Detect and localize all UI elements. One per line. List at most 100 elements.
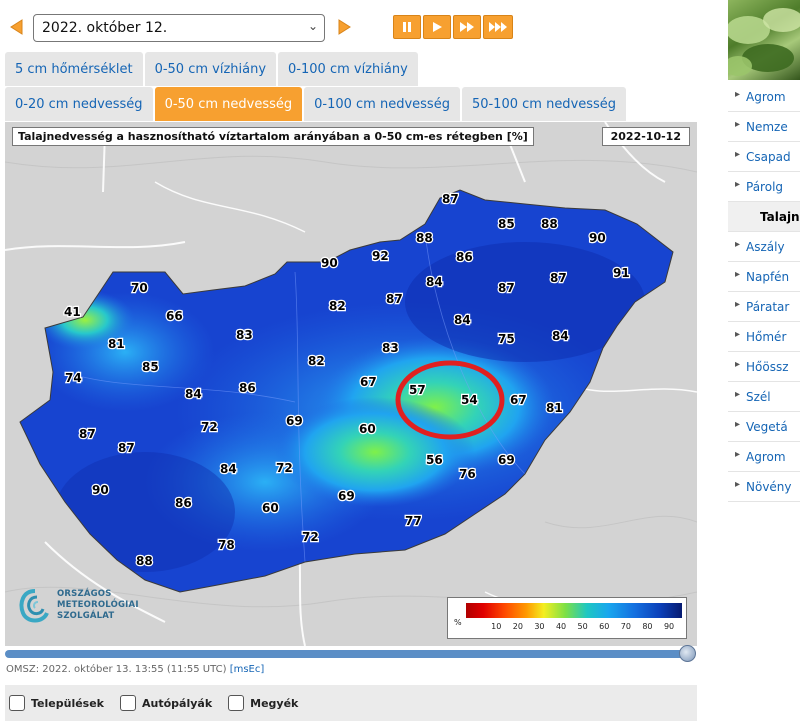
play-icon — [433, 22, 442, 32]
right-sidebar: AgromNemzeCsapadPárolgTalajneAszályNapfé… — [728, 0, 800, 502]
legend-unit: % — [454, 618, 462, 627]
map-value-label: 69 — [498, 453, 515, 467]
map-value-label: 85 — [498, 217, 515, 231]
legend-tick-label: 80 — [642, 622, 653, 631]
sidebar-item[interactable]: Páratar — [728, 292, 800, 322]
map-value-label: 91 — [613, 266, 630, 280]
msec-link[interactable]: [msEc] — [230, 664, 265, 675]
sidebar-item[interactable]: Párolg — [728, 172, 800, 202]
logo-line-1: ORSZÁGOS — [57, 589, 112, 599]
pause-button[interactable] — [393, 15, 421, 39]
next-date-arrow-icon[interactable] — [335, 18, 353, 36]
sidebar-item[interactable]: Növény — [728, 472, 800, 502]
map-value-label: 72 — [201, 420, 218, 434]
map-value-label: 87 — [550, 271, 567, 285]
sidebar-plant-image — [728, 0, 800, 80]
map-value-label: 87 — [442, 192, 459, 206]
map-value-label: 72 — [276, 461, 293, 475]
tab-0-20cm-moisture[interactable]: 0-20 cm nedvesség — [5, 87, 153, 121]
map-value-label: 69 — [286, 414, 303, 428]
date-select-value: 2022. október 12. — [42, 20, 168, 36]
map-value-label: 87 — [79, 427, 96, 441]
sidebar-item[interactable]: Aszály — [728, 232, 800, 262]
map-value-label: 84 — [552, 329, 569, 343]
map-value-label: 78 — [218, 538, 235, 552]
sidebar-item[interactable]: Napfén — [728, 262, 800, 292]
map-value-label: 86 — [175, 496, 192, 510]
checkbox-label: Megyék — [250, 696, 299, 710]
tab-0-100cm-moisture[interactable]: 0-100 cm nedvesség — [304, 87, 460, 121]
time-slider-track[interactable] — [5, 650, 695, 658]
fast-forward-button[interactable] — [453, 15, 481, 39]
map-value-label: 83 — [382, 341, 399, 355]
checkbox-box[interactable] — [120, 695, 136, 711]
map-value-label: 69 — [338, 489, 355, 503]
map-value-label: 82 — [329, 299, 346, 313]
map-value-label: 60 — [359, 422, 376, 436]
map-value-label: 54 — [461, 393, 478, 407]
map-value-label: 70 — [131, 281, 148, 295]
map-value-label: 57 — [409, 383, 426, 397]
sidebar-item[interactable]: Agrom — [728, 82, 800, 112]
legend-ticks: 10 20 30 40 50 60 70 80 90 — [466, 622, 682, 634]
sidebar-item[interactable]: Csapad — [728, 142, 800, 172]
soil-moisture-map[interactable]: 87 88 85 88 90 90 92 86 91 87 84 87 70 82 87 41 66 84 83 82… — [5, 122, 697, 646]
map-value-label: 84 — [454, 313, 471, 327]
date-select[interactable]: 2022. október 12. ⌄ — [33, 14, 325, 42]
sidebar-item[interactable]: Hőössz — [728, 352, 800, 382]
checkbox-counties[interactable]: Megyék — [228, 695, 298, 711]
map-value-label: 72 — [302, 530, 319, 544]
map-value-label: 41 — [64, 305, 81, 319]
legend-tick-label: 10 — [491, 622, 502, 631]
fastest-forward-button[interactable] — [483, 15, 513, 39]
checkbox-motorways[interactable]: Autópályák — [120, 695, 212, 711]
map-value-label: 60 — [262, 501, 279, 515]
legend-tick-label: 50 — [577, 622, 588, 631]
map-value-label: 88 — [541, 217, 558, 231]
map-value-label: 67 — [360, 375, 377, 389]
legend-tick-label: 30 — [534, 622, 545, 631]
checkbox-box[interactable] — [228, 695, 245, 711]
time-slider-handle[interactable] — [679, 645, 696, 662]
map-value-label: 75 — [498, 332, 515, 346]
map-value-label: 87 — [386, 292, 403, 306]
tab-50-100cm-moisture[interactable]: 50-100 cm nedvesség — [461, 87, 627, 121]
map-value-label: 83 — [236, 328, 253, 342]
map-value-label: 88 — [416, 231, 433, 245]
sidebar-item[interactable]: Agrom — [728, 442, 800, 472]
map-value-label: 90 — [92, 483, 109, 497]
legend-tick-label: 60 — [599, 622, 610, 631]
map-value-label: 66 — [166, 309, 183, 323]
fast-forward-icon — [460, 22, 474, 32]
sidebar-item[interactable]: Vegetá — [728, 412, 800, 442]
tab-0-100cm-water-deficit[interactable]: 0-100 cm vízhiány — [278, 52, 418, 86]
checkbox-label: Autópályák — [142, 696, 213, 710]
map-value-label: 82 — [308, 354, 325, 368]
checkbox-settlements[interactable]: Települések — [9, 695, 104, 711]
tab-5cm-temperature[interactable]: 5 cm hőmérséklet — [5, 52, 143, 86]
omsz-logo: ORSZÁGOS METEOROLÓGIAI SZOLGÁLAT — [17, 587, 157, 635]
tab-0-50cm-water-deficit[interactable]: 0-50 cm vízhiány — [144, 52, 277, 86]
omsz-swirl-icon — [19, 589, 49, 623]
playback-controls — [393, 15, 513, 41]
chevron-down-icon: ⌄ — [307, 19, 318, 33]
map-value-label: 77 — [405, 514, 422, 528]
tab-0-50cm-moisture[interactable]: 0-50 cm nedvesség — [154, 87, 303, 121]
tabs-row-2: 0-20 cm nedvesség 0-50 cm nedvesség 0-10… — [5, 87, 627, 121]
map-value-label: 85 — [142, 360, 159, 374]
map-value-label: 84 — [426, 275, 443, 289]
sidebar-item[interactable]: Nemze — [728, 112, 800, 142]
sidebar-item[interactable]: Hőmér — [728, 322, 800, 352]
map-value-label: 87 — [118, 441, 135, 455]
footnote: OMSZ: 2022. október 13. 13:55 (11:55 UTC… — [6, 664, 264, 675]
map-value-label: 92 — [372, 249, 389, 263]
legend-color-bar — [466, 603, 682, 618]
sidebar-item[interactable]: Talajne — [728, 202, 800, 232]
page: 2022. október 12. ⌄ 5 cm hőmérséklet 0-5… — [0, 0, 800, 724]
previous-date-arrow-icon[interactable] — [8, 18, 26, 36]
sidebar-item[interactable]: Szél — [728, 382, 800, 412]
footnote-text: OMSZ: 2022. október 13. 13:55 (11:55 UTC… — [6, 664, 227, 675]
map-value-label: 67 — [510, 393, 527, 407]
play-button[interactable] — [423, 15, 451, 39]
checkbox-box[interactable] — [9, 695, 25, 711]
